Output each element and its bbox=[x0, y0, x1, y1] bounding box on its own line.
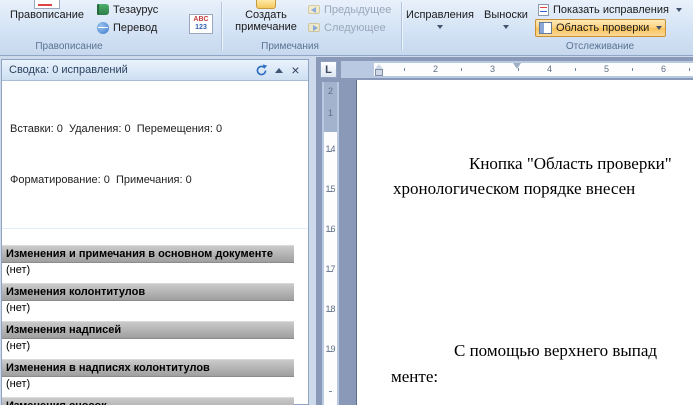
section-header: Изменения надписей bbox=[2, 321, 294, 339]
tab-selector-glyph: L bbox=[325, 63, 332, 76]
reviewing-pane-label: Область проверки bbox=[556, 22, 650, 34]
show-markup-icon bbox=[538, 3, 549, 16]
show-markup-label: Показать исправления bbox=[553, 3, 669, 16]
word-count-icon: ABC 123 bbox=[189, 14, 213, 34]
chevron-down-icon bbox=[437, 25, 443, 29]
revision-section: Изменения в надписях колонтитулов (нет) bbox=[2, 359, 294, 393]
ruler-number: 14 bbox=[325, 144, 336, 154]
track-changes-button[interactable]: Исправления bbox=[405, 0, 475, 39]
refresh-icon bbox=[256, 63, 268, 75]
document-text-line: С помощью верхнего выпад bbox=[454, 341, 658, 360]
chevron-down-icon bbox=[675, 7, 682, 12]
stats-line-1: Вставки: 0 Удаления: 0 Перемещения: 0 bbox=[10, 123, 223, 135]
translate-button[interactable]: Перевод bbox=[94, 19, 160, 36]
balloons-label: Выноски bbox=[484, 9, 528, 21]
tracking-group-label: Отслеживание bbox=[565, 41, 635, 52]
close-icon: × bbox=[291, 62, 300, 78]
chevron-up-icon bbox=[274, 67, 283, 73]
vertical-ruler: 2 1 14 15 16 17 18 19 bbox=[322, 82, 339, 405]
word-window: Правописание Тезаурус Перевод ABC 123 Пр… bbox=[0, 0, 693, 405]
translate-icon bbox=[97, 21, 109, 34]
previous-comment-button[interactable]: Предыдущее bbox=[305, 1, 394, 18]
reviewing-pane-title: Сводка: 0 исправлений bbox=[9, 64, 128, 76]
revision-section: Изменения сносок (нет) bbox=[2, 397, 294, 405]
document-page[interactable]: Кнопка "Область проверки" хронологическо… bbox=[356, 80, 693, 405]
thesaurus-icon bbox=[97, 4, 109, 15]
ruler-number: 17 bbox=[325, 264, 336, 274]
document-text-line: хронологическом порядке внесен bbox=[393, 179, 636, 198]
collapse-button[interactable] bbox=[270, 63, 287, 78]
ruler-number: 19 bbox=[325, 344, 336, 354]
spelling-icon bbox=[34, 0, 60, 9]
ruler-number: 5 bbox=[604, 64, 610, 74]
new-comment-label-line1: Создать bbox=[245, 9, 287, 21]
ruler-number: 6 bbox=[661, 64, 667, 74]
section-empty-value: (нет) bbox=[6, 264, 31, 276]
ribbon: Правописание Тезаурус Перевод ABC 123 Пр… bbox=[0, 0, 693, 56]
thesaurus-label: Тезаурус bbox=[113, 3, 159, 16]
chevron-down-icon bbox=[503, 25, 509, 29]
proofing-group-label: Правописание bbox=[35, 41, 103, 52]
next-comment-button[interactable]: Следующее bbox=[305, 19, 389, 36]
ruler-number: 16 bbox=[325, 224, 336, 234]
word-count-button[interactable]: ABC 123 bbox=[186, 12, 216, 36]
section-header: Изменения и примечания в основном докуме… bbox=[2, 245, 294, 263]
reviewing-pane-icon bbox=[539, 22, 552, 34]
previous-comment-icon bbox=[308, 5, 320, 14]
show-markup-button[interactable]: Показать исправления bbox=[535, 1, 685, 18]
section-empty-value: (нет) bbox=[6, 302, 31, 314]
left-indent-marker[interactable] bbox=[375, 64, 383, 76]
chevron-down-icon bbox=[656, 26, 663, 30]
revision-stats: Вставки: 0 Удаления: 0 Перемещения: 0 Фо… bbox=[2, 81, 308, 229]
revision-section: Изменения колонтитулов (нет) bbox=[2, 283, 294, 317]
comments-group-label: Примечания bbox=[261, 41, 319, 52]
section-empty-value: (нет) bbox=[6, 340, 31, 352]
revision-section: Изменения и примечания в основном докуме… bbox=[2, 245, 294, 279]
ruler-number: 15 bbox=[325, 184, 336, 194]
ruler-number: 4 bbox=[547, 64, 553, 74]
tab-selector[interactable]: L bbox=[320, 61, 337, 78]
word-count-icon-123: 123 bbox=[195, 24, 207, 31]
new-comment-button[interactable]: Создать примечание bbox=[227, 0, 305, 39]
horizontal-ruler: 1 2 3 4 5 6 bbox=[341, 61, 693, 78]
spelling-button[interactable]: Правописание bbox=[3, 0, 91, 39]
document-window: L 1 2 3 4 5 6 2 1 14 15 16 17 18 19 bbox=[316, 57, 693, 405]
ribbon-group-separator bbox=[221, 2, 222, 50]
section-empty-value: (нет) bbox=[6, 378, 31, 390]
previous-comment-label: Предыдущее bbox=[324, 3, 392, 16]
first-line-indent-marker[interactable] bbox=[513, 63, 521, 69]
ruler-number: 2 bbox=[327, 86, 333, 96]
reviewing-pane-button[interactable]: Область проверки bbox=[535, 19, 667, 37]
ribbon-group-separator bbox=[401, 2, 402, 50]
ruler-number: 2 bbox=[433, 64, 439, 74]
new-comment-icon bbox=[256, 0, 276, 9]
track-changes-label: Исправления bbox=[406, 9, 474, 21]
next-comment-icon bbox=[308, 23, 320, 32]
ruler-number: 3 bbox=[490, 64, 496, 74]
reviewing-pane-header: Сводка: 0 исправлений × bbox=[2, 60, 308, 81]
section-header: Изменения сносок bbox=[2, 397, 294, 405]
word-count-icon-abc: ABC bbox=[193, 16, 209, 23]
revision-section: Изменения надписей (нет) bbox=[2, 321, 294, 355]
refresh-button[interactable] bbox=[253, 63, 270, 78]
close-button[interactable]: × bbox=[287, 63, 304, 78]
ruler-number: 1 bbox=[327, 108, 333, 118]
revision-sections: Изменения и примечания в основном докуме… bbox=[2, 229, 308, 405]
ruler-number: 18 bbox=[325, 304, 336, 314]
balloons-button[interactable]: Выноски bbox=[477, 0, 535, 39]
reviewing-pane: Сводка: 0 исправлений × Вставки: 0 Удале… bbox=[1, 59, 309, 405]
section-header: Изменения в надписях колонтитулов bbox=[2, 359, 294, 377]
translate-label: Перевод bbox=[113, 21, 158, 34]
next-comment-label: Следующее bbox=[324, 21, 386, 34]
thesaurus-button[interactable]: Тезаурус bbox=[94, 1, 161, 18]
new-comment-label-line2: примечание bbox=[235, 21, 297, 33]
ruler-ticks bbox=[374, 68, 693, 71]
document-text-line: Кнопка "Область проверки" bbox=[469, 154, 672, 173]
document-text-line: менте: bbox=[391, 367, 439, 386]
spelling-button-label: Правописание bbox=[9, 9, 85, 21]
section-header: Изменения колонтитулов bbox=[2, 283, 294, 301]
stats-line-2: Форматирование: 0 Примечания: 0 bbox=[10, 174, 192, 186]
